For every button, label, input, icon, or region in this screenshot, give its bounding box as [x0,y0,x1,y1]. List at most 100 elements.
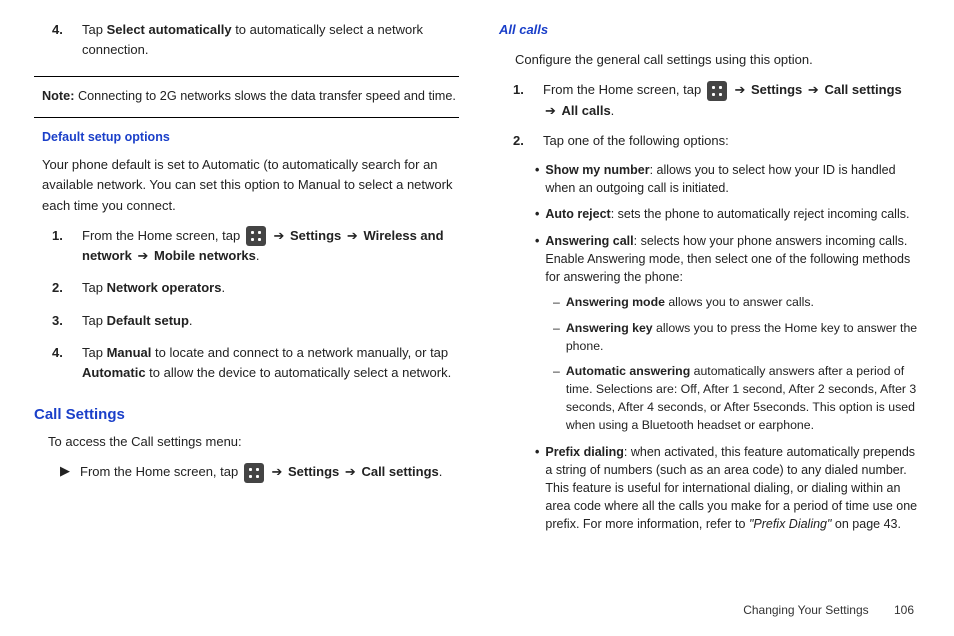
term: Auto reject [545,207,610,221]
bullet-icon: • [535,161,539,197]
arrow-icon: ➔ [273,228,284,243]
bullet-icon: • [535,232,539,286]
dash-icon: – [553,363,560,434]
text: . [611,103,615,118]
ordinal: 1. [513,80,529,121]
text: . [256,248,260,263]
bullet-body: Answering call: selects how your phone a… [545,232,920,286]
bullet-icon: • [535,205,539,223]
arrow-icon: ➔ [345,464,356,479]
arrow-list-item: ▶ From the Home screen, tap ➔ Settings ➔… [34,462,459,493]
dash-item: – Automatic answering automatically answ… [495,363,920,442]
text: . [439,464,443,479]
page-container: 4. Tap Select automatically to automatic… [0,0,954,541]
text: From the Home screen, tap [543,82,705,97]
arrow-icon: ➔ [271,464,282,479]
text: . [189,313,193,328]
bullet-body: Prefix dialing: when activated, this fea… [545,443,920,534]
arrow-icon: ➔ [808,82,819,97]
ordinal: 3. [52,311,68,331]
term: Call settings [824,82,901,97]
dash-icon: – [553,294,560,312]
term: Automatic answering [566,364,690,378]
ordinal: 4. [52,343,68,383]
arrow-icon: ➔ [545,103,556,118]
step-body: Tap one of the following options: [543,131,920,151]
ordinal: 2. [513,131,529,151]
text: . [221,280,225,295]
heading-default-setup: Default setup options [42,128,459,147]
step-body: From the Home screen, tap ➔ Settings ➔ C… [543,80,920,121]
ordinal: 2. [52,278,68,298]
term: Manual [107,345,152,360]
term: Select automatically [107,22,232,37]
text: Tap [82,22,107,37]
term: Default setup [107,313,189,328]
dash-body: Answering key allows you to press the Ho… [566,320,920,356]
list-item: 2. Tap Network operators. [34,278,459,310]
heading-all-calls: All calls [499,20,920,40]
list-item: 2. Tap one of the following options: [495,131,920,161]
step-body: Tap Manual to locate and connect to a ne… [82,343,459,383]
paragraph: Your phone default is set to Automatic (… [34,155,459,225]
footer-section: Changing Your Settings [743,603,868,617]
page-number: 106 [894,603,914,617]
dash-body: Answering mode allows you to answer call… [566,294,814,312]
term: All calls [562,103,611,118]
paragraph: To access the Call settings menu: [34,432,459,462]
step-body: From the Home screen, tap ➔ Settings ➔ W… [82,226,459,267]
text: Tap [82,313,107,328]
note-label: Note: [42,89,74,103]
text: to allow the device to automatically sel… [146,365,452,380]
dash-item: – Answering key allows you to press the … [495,320,920,364]
ordinal: 4. [52,20,68,60]
play-icon: ▶ [60,462,70,483]
page-footer: Changing Your Settings 106 [743,601,914,620]
bullet-body: Auto reject: sets the phone to automatic… [545,205,909,223]
text: on page 43. [831,517,901,531]
text: From the Home screen, tap [82,228,244,243]
term: Network operators [107,280,222,295]
dash-item: – Answering mode allows you to answer ca… [495,294,920,320]
term: Settings [290,228,341,243]
arrow-icon: ➔ [137,248,148,263]
cross-reference: "Prefix Dialing" [749,517,832,531]
term: Answering call [545,234,633,248]
list-item: 4. Tap Manual to locate and connect to a… [34,343,459,395]
text: to locate and connect to a network manua… [151,345,448,360]
text: From the Home screen, tap [80,464,242,479]
list-item: 4. Tap Select automatically to automatic… [34,20,459,72]
apps-grid-icon [707,81,727,101]
apps-grid-icon [246,226,266,246]
term: Settings [288,464,339,479]
term: Answering mode [566,295,665,309]
note-text: Connecting to 2G networks slows the data… [74,89,456,103]
dash-icon: – [553,320,560,356]
divider [34,76,459,77]
term: Mobile networks [154,248,256,263]
dash-body: Automatic answering automatically answer… [566,363,920,434]
arrow-icon: ➔ [734,82,745,97]
divider [34,117,459,118]
bullet-item: • Show my number: allows you to select h… [495,161,920,205]
step-body: From the Home screen, tap ➔ Settings ➔ C… [80,462,459,483]
list-item: 1. From the Home screen, tap ➔ Settings … [495,80,920,131]
note: Note: Connecting to 2G networks slows th… [34,81,459,113]
bullet-item: • Prefix dialing: when activated, this f… [495,443,920,542]
list-item: 1. From the Home screen, tap ➔ Settings … [34,226,459,279]
text: : sets the phone to automatically reject… [611,207,910,221]
text: allows you to answer calls. [665,295,814,309]
ordinal: 1. [52,226,68,267]
term: Settings [751,82,802,97]
term: Prefix dialing [545,445,624,459]
heading-call-settings: Call Settings [34,403,459,426]
bullet-icon: • [535,443,539,534]
step-body: Tap Network operators. [82,278,459,298]
step-body: Tap Default setup. [82,311,459,331]
term: Answering key [566,321,653,335]
term: Show my number [545,163,649,177]
apps-grid-icon [244,463,264,483]
bullet-body: Show my number: allows you to select how… [545,161,920,197]
term: Automatic [82,365,146,380]
right-column: All calls Configure the general call set… [495,20,920,541]
